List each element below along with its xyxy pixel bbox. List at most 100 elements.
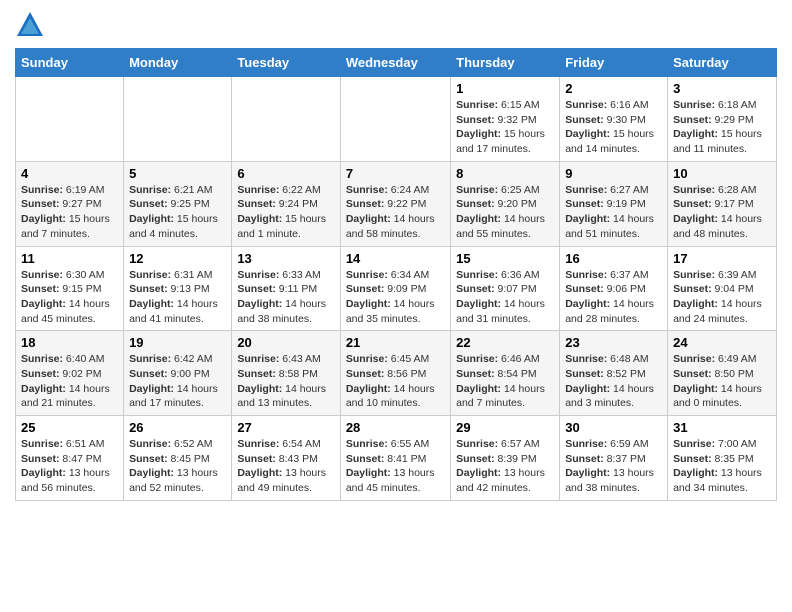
calendar-cell: 10 Sunrise: 6:28 AMSunset: 9:17 PMDayligh… — [668, 161, 777, 246]
day-info: Sunrise: 6:59 AMSunset: 8:37 PMDaylight:… — [565, 437, 662, 496]
day-number: 16 — [565, 251, 662, 266]
day-number: 13 — [237, 251, 335, 266]
calendar-cell: 27Sunrise: 6:54 AMSunset: 8:43 PMDayligh… — [232, 416, 341, 501]
day-info: Sunrise: 6:51 AMSunset: 8:47 PMDaylight:… — [21, 437, 118, 496]
day-number: 19 — [129, 335, 226, 350]
calendar-cell: 30 Sunrise: 6:59 AMSunset: 8:37 PMDayligh… — [560, 416, 668, 501]
day-info: Sunrise: 6:33 AMSunset: 9:11 PMDaylight:… — [237, 268, 335, 327]
column-header-sunday: Sunday — [16, 49, 124, 77]
day-number: 17 — [673, 251, 771, 266]
day-number: 12 — [129, 251, 226, 266]
day-number: 31 — [673, 420, 771, 435]
day-number: 21 — [346, 335, 445, 350]
day-info: Sunrise: 6:57 AMSunset: 8:39 PMDaylight:… — [456, 437, 554, 496]
day-info: Sunrise: 6:43 AMSunset: 8:58 PMDaylight:… — [237, 352, 335, 411]
day-info: Sunrise: 6:15 AMSunset: 9:32 PMDaylight:… — [456, 98, 554, 157]
day-info: Sunrise: 6:18 AMSunset: 9:29 PMDaylight:… — [673, 98, 771, 157]
day-number: 20 — [237, 335, 335, 350]
day-info: Sunrise: 6:36 AMSunset: 9:07 PMDaylight:… — [456, 268, 554, 327]
day-number: 4 — [21, 166, 118, 181]
calendar-week-row: 4 Sunrise: 6:19 AMSunset: 9:27 PMDaylight… — [16, 161, 777, 246]
day-info: Sunrise: 6:52 AMSunset: 8:45 PMDaylight:… — [129, 437, 226, 496]
calendar-cell: 15 Sunrise: 6:36 AMSunset: 9:07 PMDayligh… — [451, 246, 560, 331]
calendar-cell — [16, 77, 124, 162]
logo-icon — [15, 10, 45, 40]
day-info: Sunrise: 6:27 AMSunset: 9:19 PMDaylight:… — [565, 183, 662, 242]
calendar-week-row: 11 Sunrise: 6:30 AMSunset: 9:15 PMDayligh… — [16, 246, 777, 331]
day-number: 8 — [456, 166, 554, 181]
day-number: 30 — [565, 420, 662, 435]
day-info: Sunrise: 6:39 AMSunset: 9:04 PMDaylight:… — [673, 268, 771, 327]
day-number: 22 — [456, 335, 554, 350]
day-info: Sunrise: 6:28 AMSunset: 9:17 PMDaylight:… — [673, 183, 771, 242]
calendar-cell: 29 Sunrise: 6:57 AMSunset: 8:39 PMDayligh… — [451, 416, 560, 501]
calendar-cell: 2Sunrise: 6:16 AMSunset: 9:30 PMDaylight… — [560, 77, 668, 162]
column-header-wednesday: Wednesday — [340, 49, 450, 77]
day-info: Sunrise: 6:46 AMSunset: 8:54 PMDaylight:… — [456, 352, 554, 411]
day-info: Sunrise: 6:34 AMSunset: 9:09 PMDaylight:… — [346, 268, 445, 327]
calendar-cell: 17 Sunrise: 6:39 AMSunset: 9:04 PMDayligh… — [668, 246, 777, 331]
calendar-cell: 5 Sunrise: 6:21 AMSunset: 9:25 PMDaylight… — [124, 161, 232, 246]
day-number: 9 — [565, 166, 662, 181]
day-info: Sunrise: 6:40 AMSunset: 9:02 PMDaylight:… — [21, 352, 118, 411]
column-header-monday: Monday — [124, 49, 232, 77]
day-info: Sunrise: 6:24 AMSunset: 9:22 PMDaylight:… — [346, 183, 445, 242]
day-number: 14 — [346, 251, 445, 266]
column-header-friday: Friday — [560, 49, 668, 77]
calendar-week-row: 1Sunrise: 6:15 AMSunset: 9:32 PMDaylight… — [16, 77, 777, 162]
day-info: Sunrise: 6:48 AMSunset: 8:52 PMDaylight:… — [565, 352, 662, 411]
day-info: Sunrise: 6:19 AMSunset: 9:27 PMDaylight:… — [21, 183, 118, 242]
calendar-cell: 6 Sunrise: 6:22 AMSunset: 9:24 PMDaylight… — [232, 161, 341, 246]
day-number: 11 — [21, 251, 118, 266]
calendar-cell — [340, 77, 450, 162]
column-header-tuesday: Tuesday — [232, 49, 341, 77]
calendar-cell: 7 Sunrise: 6:24 AMSunset: 9:22 PMDaylight… — [340, 161, 450, 246]
day-number: 18 — [21, 335, 118, 350]
calendar-cell: 11 Sunrise: 6:30 AMSunset: 9:15 PMDayligh… — [16, 246, 124, 331]
calendar-cell: 21Sunrise: 6:45 AMSunset: 8:56 PMDayligh… — [340, 331, 450, 416]
calendar-cell: 24Sunrise: 6:49 AMSunset: 8:50 PMDayligh… — [668, 331, 777, 416]
day-number: 27 — [237, 420, 335, 435]
logo — [15, 10, 49, 40]
calendar-cell: 26 Sunrise: 6:52 AMSunset: 8:45 PMDayligh… — [124, 416, 232, 501]
day-number: 3 — [673, 81, 771, 96]
calendar-cell: 31Sunrise: 7:00 AMSunset: 8:35 PMDayligh… — [668, 416, 777, 501]
day-info: Sunrise: 6:55 AMSunset: 8:41 PMDaylight:… — [346, 437, 445, 496]
day-number: 6 — [237, 166, 335, 181]
day-number: 26 — [129, 420, 226, 435]
day-number: 10 — [673, 166, 771, 181]
day-number: 23 — [565, 335, 662, 350]
day-number: 5 — [129, 166, 226, 181]
calendar-cell: 25Sunrise: 6:51 AMSunset: 8:47 PMDayligh… — [16, 416, 124, 501]
column-header-thursday: Thursday — [451, 49, 560, 77]
calendar-cell: 3 Sunrise: 6:18 AMSunset: 9:29 PMDaylight… — [668, 77, 777, 162]
day-info: Sunrise: 6:21 AMSunset: 9:25 PMDaylight:… — [129, 183, 226, 242]
calendar-cell: 22 Sunrise: 6:46 AMSunset: 8:54 PMDayligh… — [451, 331, 560, 416]
day-info: Sunrise: 6:31 AMSunset: 9:13 PMDaylight:… — [129, 268, 226, 327]
calendar-cell: 28 Sunrise: 6:55 AMSunset: 8:41 PMDayligh… — [340, 416, 450, 501]
calendar-cell: 1Sunrise: 6:15 AMSunset: 9:32 PMDaylight… — [451, 77, 560, 162]
calendar-cell: 23 Sunrise: 6:48 AMSunset: 8:52 PMDayligh… — [560, 331, 668, 416]
day-info: Sunrise: 6:22 AMSunset: 9:24 PMDaylight:… — [237, 183, 335, 242]
calendar-week-row: 18 Sunrise: 6:40 AMSunset: 9:02 PMDayligh… — [16, 331, 777, 416]
calendar-header-row: SundayMondayTuesdayWednesdayThursdayFrid… — [16, 49, 777, 77]
calendar-cell: 16Sunrise: 6:37 AMSunset: 9:06 PMDayligh… — [560, 246, 668, 331]
day-info: Sunrise: 6:25 AMSunset: 9:20 PMDaylight:… — [456, 183, 554, 242]
calendar-cell: 4 Sunrise: 6:19 AMSunset: 9:27 PMDaylight… — [16, 161, 124, 246]
calendar-table: SundayMondayTuesdayWednesdayThursdayFrid… — [15, 48, 777, 501]
calendar-cell: 9 Sunrise: 6:27 AMSunset: 9:19 PMDaylight… — [560, 161, 668, 246]
day-number: 7 — [346, 166, 445, 181]
day-number: 15 — [456, 251, 554, 266]
day-info: Sunrise: 6:30 AMSunset: 9:15 PMDaylight:… — [21, 268, 118, 327]
calendar-cell: 14 Sunrise: 6:34 AMSunset: 9:09 PMDayligh… — [340, 246, 450, 331]
day-info: Sunrise: 6:16 AMSunset: 9:30 PMDaylight:… — [565, 98, 662, 157]
calendar-cell: 13 Sunrise: 6:33 AMSunset: 9:11 PMDayligh… — [232, 246, 341, 331]
page-header — [15, 10, 777, 40]
day-number: 28 — [346, 420, 445, 435]
calendar-cell: 18 Sunrise: 6:40 AMSunset: 9:02 PMDayligh… — [16, 331, 124, 416]
calendar-cell: 19Sunrise: 6:42 AMSunset: 9:00 PMDayligh… — [124, 331, 232, 416]
day-number: 29 — [456, 420, 554, 435]
column-header-saturday: Saturday — [668, 49, 777, 77]
day-info: Sunrise: 6:49 AMSunset: 8:50 PMDaylight:… — [673, 352, 771, 411]
calendar-cell — [232, 77, 341, 162]
